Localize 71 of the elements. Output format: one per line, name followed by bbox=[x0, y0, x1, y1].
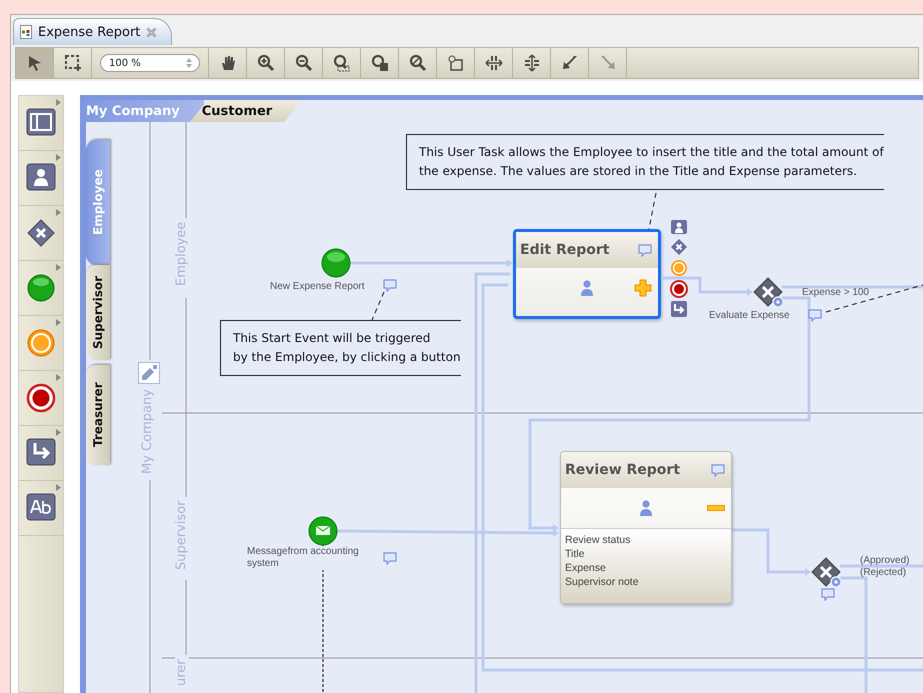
end-event-icon bbox=[26, 383, 56, 413]
expand-icon bbox=[56, 374, 61, 381]
task-title: Review Report bbox=[565, 462, 680, 478]
gateway-icon[interactable] bbox=[671, 239, 687, 255]
zoom-fit-icon bbox=[332, 54, 350, 72]
task-title: Edit Report bbox=[520, 242, 610, 258]
sequence-flow[interactable] bbox=[663, 276, 753, 296]
annotation-text: This Start Event will be triggered by the Employee, by clicking a button bbox=[233, 330, 461, 366]
palette-item[interactable] bbox=[19, 481, 63, 536]
expand-icon bbox=[56, 99, 61, 106]
task-box[interactable]: Edit Report bbox=[513, 229, 661, 319]
zoom-out-icon bbox=[294, 54, 312, 72]
expand-icon bbox=[56, 484, 61, 491]
breadcrumb-tab[interactable]: Customer bbox=[190, 100, 302, 122]
task-box[interactable]: Review Report Review status Title Expense Supervisor note bbox=[560, 451, 732, 604]
task-field: Expense bbox=[565, 561, 727, 575]
gateway-drawing[interactable] bbox=[753, 277, 785, 309]
frame-icon bbox=[446, 54, 464, 72]
expand-icon bbox=[56, 209, 61, 216]
document-tab[interactable]: Expense Report bbox=[13, 18, 172, 45]
task-field: Supervisor note bbox=[565, 575, 727, 589]
gateway-label: Evaluate Expense bbox=[709, 310, 790, 322]
zoom-in-icon bbox=[256, 54, 274, 72]
expand-icon bbox=[56, 319, 61, 326]
redo-icon bbox=[598, 54, 616, 72]
zoom-page-icon bbox=[370, 54, 388, 72]
sequence-flow[interactable] bbox=[528, 296, 810, 532]
palette-item[interactable] bbox=[19, 371, 63, 426]
start-event-circle[interactable] bbox=[321, 248, 351, 278]
intermediate-event-icon bbox=[26, 328, 56, 358]
user-task-icon[interactable] bbox=[671, 220, 687, 236]
flow-arrow-icon[interactable] bbox=[671, 301, 687, 317]
close-icon[interactable] bbox=[146, 26, 158, 38]
flow-label: (Rejected) bbox=[860, 567, 906, 579]
user-task-icon bbox=[26, 163, 56, 193]
flow-label: (Approved) bbox=[860, 555, 910, 567]
task-field: Title bbox=[565, 547, 727, 561]
text-tool-icon bbox=[26, 493, 56, 523]
start-event-icon bbox=[26, 273, 56, 303]
annotation-text: This User Task allows the Employee to insert the title and the total amount of the expense. The values are stored in the Title and Expense parameters. bbox=[419, 144, 884, 180]
palette-item[interactable] bbox=[19, 426, 63, 481]
expand-icon bbox=[56, 429, 61, 436]
zoom-field[interactable]: 100 % bbox=[100, 54, 200, 72]
horizontal-space-icon bbox=[484, 54, 502, 72]
palette-item[interactable] bbox=[19, 96, 63, 151]
expand-icon bbox=[56, 154, 61, 161]
lane-tab[interactable]: Supervisor bbox=[86, 265, 110, 360]
palette-item[interactable] bbox=[19, 261, 63, 316]
lane-tab[interactable]: Treasurer bbox=[86, 365, 110, 465]
edit-icon[interactable] bbox=[138, 362, 160, 384]
person-icon bbox=[639, 500, 653, 516]
end-event-icon[interactable] bbox=[670, 280, 688, 298]
plus-icon bbox=[634, 279, 652, 297]
minus-icon bbox=[707, 505, 725, 511]
gateway-icon bbox=[26, 218, 56, 248]
person-icon bbox=[580, 280, 594, 296]
event-label: New Expense Report bbox=[270, 281, 364, 293]
flow-label: Expense > 100 bbox=[802, 287, 869, 299]
gateway-drawing[interactable] bbox=[811, 557, 843, 589]
task-field: Review status bbox=[565, 533, 727, 547]
document-icon bbox=[20, 25, 32, 39]
vertical-space-icon bbox=[522, 54, 540, 72]
palette-item[interactable] bbox=[19, 206, 63, 261]
undo-icon bbox=[560, 54, 578, 72]
marquee-icon bbox=[64, 54, 82, 72]
pool-icon bbox=[26, 108, 56, 138]
zoom-icon bbox=[408, 54, 426, 72]
pointer-button[interactable] bbox=[16, 48, 54, 78]
expand-icon bbox=[56, 264, 61, 271]
palette-item[interactable] bbox=[19, 151, 63, 206]
message-start-event-circle[interactable] bbox=[308, 516, 338, 546]
